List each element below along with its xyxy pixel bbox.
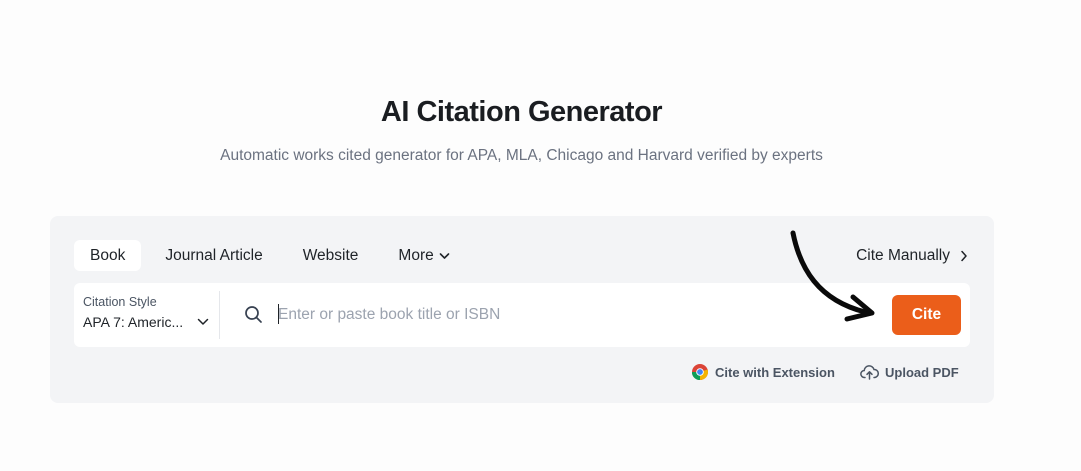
curved-arrow-icon	[780, 228, 890, 329]
page-subtitle: Automatic works cited generator for APA,…	[220, 147, 823, 164]
cite-with-extension-label: Cite with Extension	[715, 364, 835, 380]
chevron-down-icon	[197, 318, 209, 326]
upload-pdf-label: Upload PDF	[885, 364, 959, 380]
cite-button[interactable]: Cite	[892, 295, 961, 335]
tab-more[interactable]: More	[382, 240, 465, 271]
tab-journal-article-label: Journal Article	[165, 246, 263, 264]
chevron-down-icon	[439, 252, 450, 260]
cite-button-label: Cite	[911, 306, 942, 323]
citation-style-label: Citation Style	[83, 295, 157, 309]
tab-book[interactable]: Book	[74, 240, 142, 271]
divider	[219, 291, 220, 339]
chevron-right-icon	[960, 250, 968, 262]
page: AI Citation Generator Automatic works ci…	[0, 0, 1081, 471]
tab-book-label: Book	[90, 246, 126, 264]
page-title: AI Citation Generator	[380, 96, 663, 128]
tab-journal-article[interactable]: Journal Article	[149, 240, 278, 271]
text-caret	[278, 304, 279, 324]
upload-pdf-link[interactable]: Upload PDF	[860, 362, 959, 382]
chrome-icon	[691, 363, 709, 381]
cite-with-extension-link[interactable]: Cite with Extension	[691, 362, 835, 382]
search-icon	[244, 305, 263, 324]
tab-more-label: More	[398, 246, 434, 264]
tab-website-label: Website	[302, 246, 359, 264]
tab-website[interactable]: Website	[287, 240, 375, 271]
citation-style-select[interactable]: Citation Style APA 7: Americ...	[74, 283, 219, 347]
source-type-tabs: Book Journal Article Website More	[74, 240, 474, 271]
cloud-upload-icon	[860, 364, 879, 380]
